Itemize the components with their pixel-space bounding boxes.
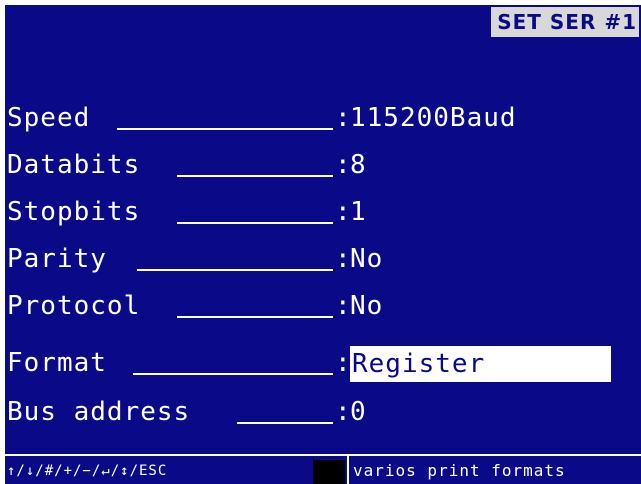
status-divider — [347, 456, 349, 484]
setting-label: Stopbits — [7, 197, 141, 227]
page-title: SET SER #1 — [491, 7, 639, 37]
colon-separator: : — [335, 348, 351, 378]
setting-value[interactable]: No — [350, 286, 383, 326]
leader-line — [177, 222, 333, 224]
status-indicator-box — [313, 460, 345, 484]
setting-row-format[interactable]: Format : Register — [5, 343, 641, 383]
colon-separator: : — [335, 244, 351, 274]
colon-separator: : — [335, 197, 351, 227]
leader-line — [117, 128, 333, 130]
setting-label: Bus address — [7, 397, 191, 427]
key-legend: ↑/↓/#/+/−/↵/↕/ESC — [7, 463, 168, 479]
setting-value[interactable]: 0 — [350, 392, 367, 432]
setting-row-protocol[interactable]: Protocol : No — [5, 286, 641, 326]
setting-value[interactable]: 8 — [350, 145, 367, 185]
setting-label: Protocol — [7, 291, 141, 321]
colon-separator: : — [335, 150, 351, 180]
setting-value-selected[interactable]: Register — [350, 346, 611, 382]
setting-row-bus-address[interactable]: Bus address : 0 — [5, 392, 641, 432]
status-bar: ↑/↓/#/+/−/↵/↕/ESC varios print formats — [5, 454, 641, 484]
leader-line — [133, 373, 333, 375]
setting-label: Databits — [7, 150, 141, 180]
setting-row-stopbits[interactable]: Stopbits : 1 — [5, 192, 641, 232]
leader-line — [237, 422, 333, 424]
leader-line — [177, 316, 333, 318]
setting-value[interactable]: No — [350, 239, 383, 279]
setting-value[interactable]: 115200Baud — [350, 98, 517, 138]
setting-label: Format — [7, 348, 107, 378]
colon-separator: : — [335, 291, 351, 321]
setting-label: Speed — [7, 103, 91, 133]
terminal-screen: SET SER #1 Speed : 115200Baud Databits :… — [5, 5, 641, 484]
setting-label: Parity — [7, 244, 107, 274]
setting-row-databits[interactable]: Databits : 8 — [5, 145, 641, 185]
colon-separator: : — [335, 103, 351, 133]
setting-value[interactable]: 1 — [350, 192, 367, 232]
colon-separator: : — [335, 397, 351, 427]
status-hint: varios print formats — [353, 461, 566, 480]
setting-row-speed[interactable]: Speed : 115200Baud — [5, 98, 641, 138]
setting-row-parity[interactable]: Parity : No — [5, 239, 641, 279]
leader-line — [137, 269, 333, 271]
leader-line — [177, 175, 333, 177]
